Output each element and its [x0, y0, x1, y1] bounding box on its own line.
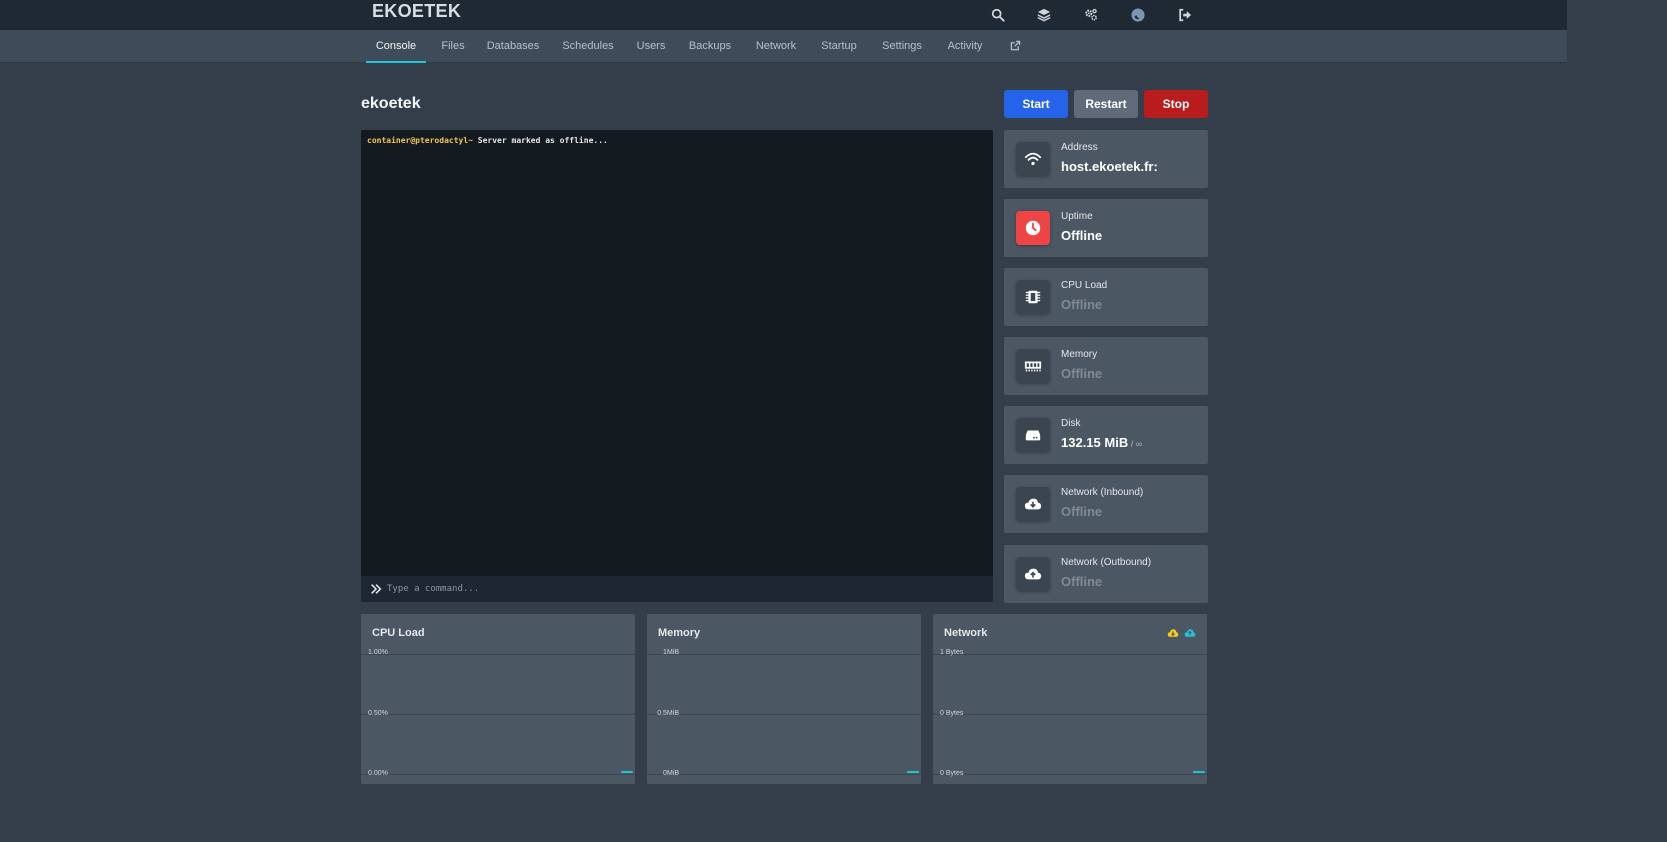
cloud-upload-legend-icon [1184, 629, 1196, 637]
memory-graph: Memory 1MiB 0.5MiB 0MiB [647, 614, 921, 784]
layers-icon[interactable] [1034, 5, 1054, 25]
stat-label: Network (Inbound) [1061, 487, 1144, 498]
graph-title: Memory [658, 627, 701, 639]
console-prompt: container@pterodactyl~ [367, 136, 473, 145]
y-tick: 0 Bytes [940, 710, 964, 717]
tab-databases[interactable]: Databases [484, 30, 542, 63]
y-tick: 0 Bytes [940, 770, 964, 777]
memory-icon [1016, 349, 1050, 383]
clock-icon [1016, 211, 1050, 245]
tab-backups[interactable]: Backups [684, 30, 736, 63]
command-bar [361, 576, 993, 602]
grid-line [361, 714, 635, 715]
stat-label: Disk [1061, 418, 1081, 429]
stat-label: Uptime [1061, 211, 1093, 222]
console-output[interactable]: container@pterodactyl~ Server marked as … [361, 130, 993, 576]
restart-button[interactable]: Restart [1074, 90, 1138, 118]
grid-line [933, 714, 1207, 715]
brand-logo[interactable]: EKOETEK [372, 1, 461, 22]
console-text: Server marked as offline... [472, 136, 608, 145]
y-tick: 1 Bytes [940, 649, 964, 656]
stat-value: Offline [1061, 574, 1103, 589]
tab-startup[interactable]: Startup [815, 30, 863, 63]
stat-value: Offline [1061, 504, 1103, 519]
tab-activity[interactable]: Activity [941, 30, 989, 63]
grid-line [647, 714, 921, 715]
y-tick: 1.00% [368, 649, 388, 656]
y-tick: 0.50% [368, 710, 388, 717]
stat-value[interactable]: host.ekoetek.fr: [1061, 159, 1158, 174]
console-line: container@pterodactyl~ Server marked as … [367, 136, 987, 145]
grid-line [361, 774, 635, 775]
cloud-download-icon [1016, 487, 1050, 521]
tab-schedules[interactable]: Schedules [558, 30, 618, 63]
tab-settings[interactable]: Settings [877, 30, 927, 63]
cpu-graph: CPU Load 1.00% 0.50% 0.00% [361, 614, 635, 784]
stat-address: Address host.ekoetek.fr: [1004, 130, 1208, 188]
graph-title: CPU Load [372, 627, 425, 639]
stat-value: Offline [1061, 297, 1103, 312]
network-graph: Network 1 Bytes 0 Bytes 0 Bytes [933, 614, 1207, 784]
graph-series-line [621, 771, 633, 773]
sign-out-icon[interactable] [1175, 5, 1195, 25]
graph-title: Network [944, 627, 988, 639]
grid-line [933, 654, 1207, 655]
hdd-icon [1016, 418, 1050, 452]
microchip-icon [1016, 280, 1050, 314]
stat-disk: Disk 132.15 MiB / ∞ [1004, 406, 1208, 464]
cloud-upload-icon [1016, 557, 1050, 591]
stat-label: Network (Outbound) [1061, 557, 1152, 568]
command-input[interactable] [387, 579, 977, 599]
y-tick: 0.5MiB [657, 710, 679, 717]
grid-line [647, 654, 921, 655]
graph-series-line [1193, 771, 1205, 773]
external-link-icon[interactable] [1005, 30, 1025, 63]
stat-value: Offline [1061, 228, 1103, 243]
stat-memory: Memory Offline [1004, 337, 1208, 395]
start-button[interactable]: Start [1004, 90, 1068, 118]
stat-cpu: CPU Load Offline [1004, 268, 1208, 326]
cloud-download-legend-icon [1167, 629, 1179, 637]
y-tick: 1MiB [663, 649, 679, 656]
stat-label: Memory [1061, 349, 1098, 360]
disk-used: 132.15 MiB [1061, 435, 1129, 450]
stat-label: Address [1061, 142, 1098, 153]
stat-network-outbound: Network (Outbound) Offline [1004, 545, 1208, 603]
chevron-double-right-icon [371, 584, 382, 594]
stat-uptime: Uptime Offline [1004, 199, 1208, 257]
grid-line [933, 774, 1207, 775]
stat-value: 132.15 MiB / ∞ [1061, 435, 1142, 450]
stat-network-inbound: Network (Inbound) Offline [1004, 475, 1208, 533]
server-name: ekoetek [361, 95, 421, 112]
top-bar: EKOETEK [0, 0, 1567, 30]
y-tick: 0.00% [368, 770, 388, 777]
cogs-icon[interactable] [1081, 5, 1101, 25]
grid-line [647, 774, 921, 775]
tab-network[interactable]: Network [750, 30, 802, 63]
wifi-icon [1016, 142, 1050, 176]
tab-files[interactable]: Files [434, 30, 472, 63]
stat-label: CPU Load [1061, 280, 1108, 291]
disk-limit: / ∞ [1128, 439, 1143, 449]
stat-value: Offline [1061, 366, 1103, 381]
y-tick: 0MiB [663, 770, 679, 777]
stop-button[interactable]: Stop [1144, 90, 1208, 118]
server-nav: Console Files Databases Schedules Users … [0, 30, 1567, 63]
tab-users[interactable]: Users [632, 30, 670, 63]
search-icon[interactable] [988, 5, 1008, 25]
graph-series-line [907, 771, 919, 773]
grid-line [361, 654, 635, 655]
tab-console[interactable]: Console [366, 30, 426, 63]
avatar[interactable] [1128, 5, 1148, 25]
